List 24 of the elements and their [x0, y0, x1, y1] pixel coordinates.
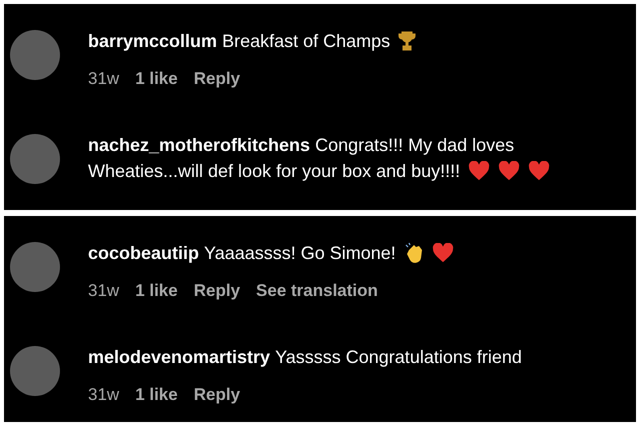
avatar-photo-placeholder: [10, 242, 60, 292]
trophy-icon: [398, 31, 416, 51]
comment-action-link[interactable]: 1 like: [135, 66, 178, 92]
comment-text: cocobeautiip Yaaaassss! Go Simone!: [88, 242, 396, 265]
comment-action-link[interactable]: 1 like: [135, 382, 178, 407]
comment-text: Wheaties...will def look for your box and buy!!!!: [88, 160, 460, 183]
heart-icon: [498, 160, 520, 180]
comment-time: 31w: [88, 384, 120, 406]
comment-action-link[interactable]: Reply: [194, 278, 240, 304]
comment-text: melodevenomartistry Yasssss Congratulations friend: [88, 346, 522, 369]
comment-action-link[interactable]: Reply: [194, 66, 240, 92]
comment-action-link[interactable]: See translation: [256, 278, 378, 304]
avatar-photo-placeholder: [10, 346, 60, 396]
heart-icon: [432, 243, 454, 263]
comment-action-link[interactable]: 1 like: [135, 278, 178, 304]
heart-icon: [528, 160, 550, 180]
comment-text: nachez_motherofkitchens Congrats!!! My dad loves: [88, 134, 514, 157]
comment-action-link[interactable]: Reply: [194, 382, 240, 407]
avatar-photo-placeholder: [10, 134, 60, 184]
comment-time: 31w: [88, 280, 120, 302]
comment-time: 31w: [88, 68, 120, 90]
heart-icon: [468, 160, 490, 180]
avatar-photo-placeholder: [10, 30, 60, 80]
comment-text: barrymccollum Breakfast of Champs: [88, 30, 390, 53]
